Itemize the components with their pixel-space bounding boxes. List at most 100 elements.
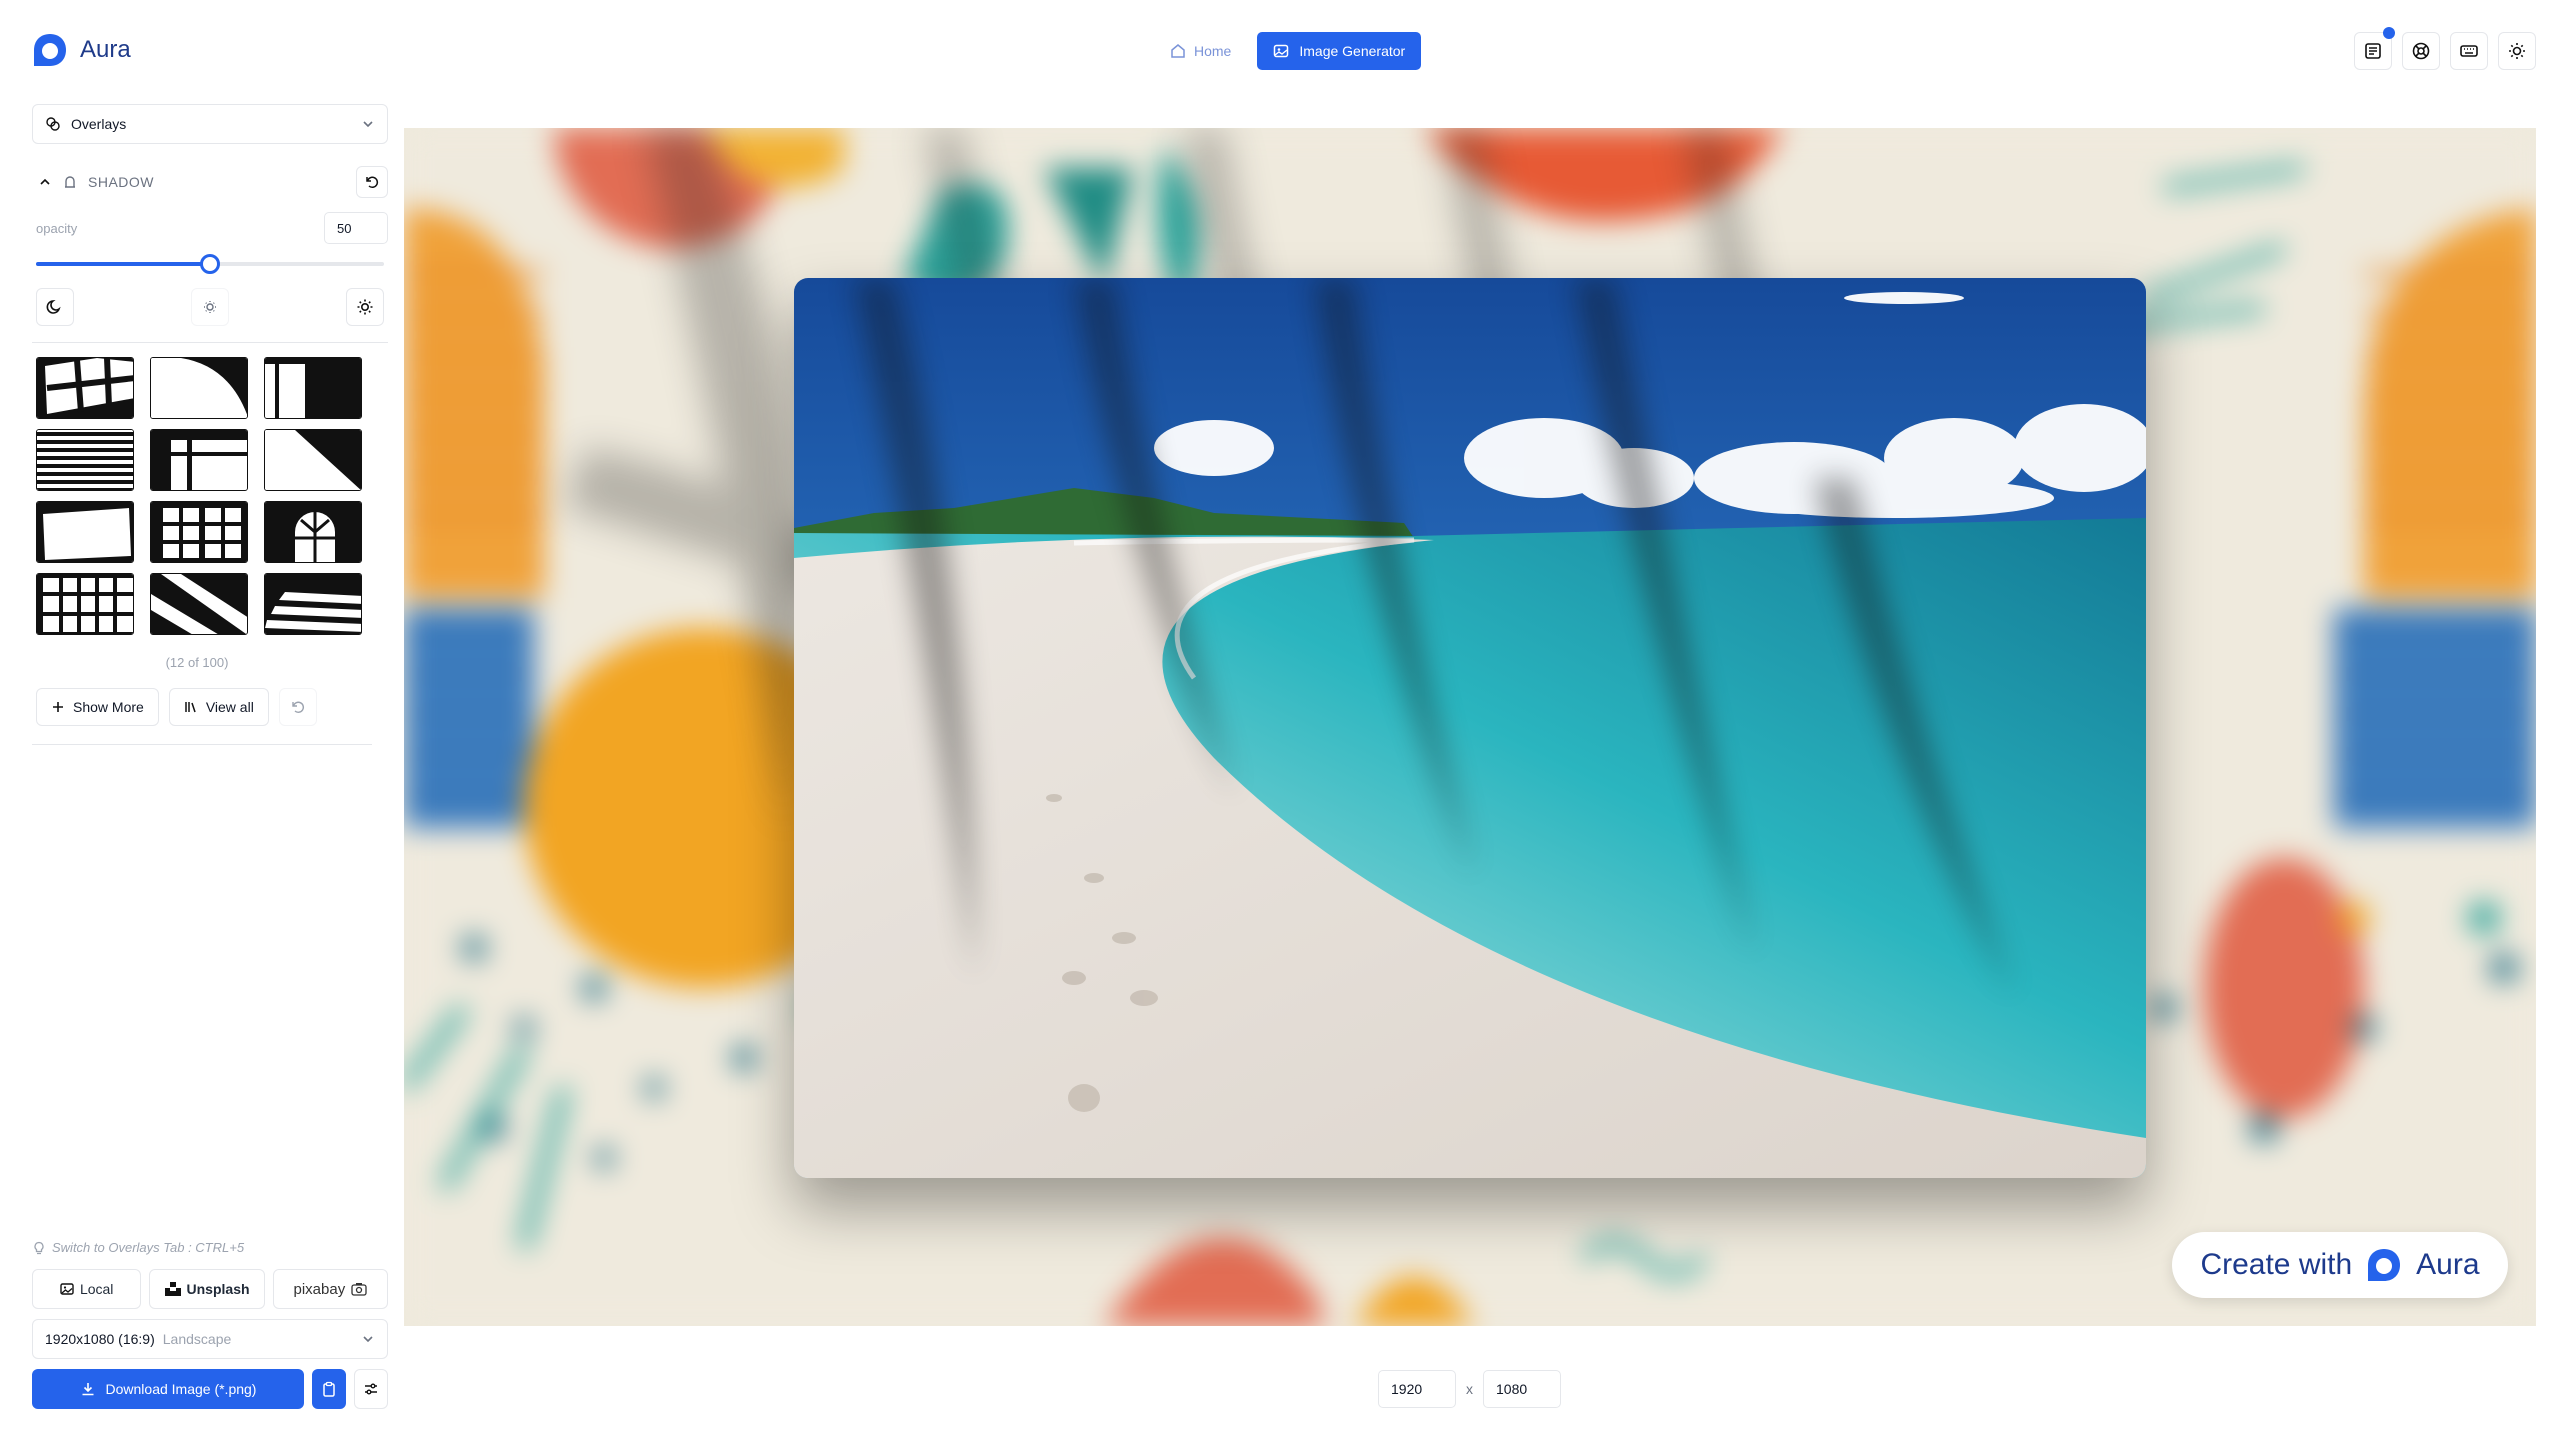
notification-dot	[2383, 27, 2395, 39]
app-logo[interactable]: Aura	[30, 30, 131, 70]
create-with-aura-watermark[interactable]: Create with Aura	[2172, 1232, 2508, 1298]
view-all-label: View all	[205, 699, 254, 715]
app-name: Aura	[80, 36, 131, 63]
image-icon	[60, 1283, 74, 1295]
dimension-inputs: 1920 x 1080	[1378, 1370, 1561, 1408]
dim-light-button[interactable]	[191, 288, 229, 326]
divider	[32, 744, 372, 745]
download-row: Download Image (*.png)	[32, 1369, 388, 1409]
nav-home-label: Home	[1194, 43, 1232, 59]
local-source-button[interactable]: Local	[32, 1269, 142, 1309]
overlay-frame-tilted[interactable]	[36, 501, 134, 563]
lightbulb-icon	[34, 1241, 44, 1254]
library-icon	[185, 702, 196, 713]
slider-thumb[interactable]	[200, 254, 220, 274]
chevron-up-icon[interactable]	[38, 175, 52, 189]
overlay-blinds[interactable]	[36, 429, 134, 491]
size-preset-value: 1920x1080 (16:9)	[45, 1331, 155, 1347]
opacity-row: opacity 50	[32, 212, 388, 244]
layers-icon	[46, 117, 60, 131]
sliders-icon	[365, 1383, 377, 1395]
overlay-arched-window[interactable]	[264, 501, 362, 563]
refresh-overlays-button[interactable]	[278, 688, 317, 726]
size-preset-select[interactable]: 1920x1080 (16:9) Landscape	[32, 1319, 388, 1359]
overlay-diagonal-stripes[interactable]	[150, 573, 248, 635]
overlay-arch-curve[interactable]	[150, 357, 248, 419]
aura-logo-icon	[2368, 1249, 2401, 1281]
chevron-down-icon	[363, 121, 373, 128]
download-image-button[interactable]: Download Image (*.png)	[32, 1369, 304, 1409]
shortcut-hint: Switch to Overlays Tab : CTRL+5	[32, 1240, 388, 1255]
home-icon	[1171, 44, 1185, 58]
moon-icon	[46, 300, 61, 314]
overlay-window-grid[interactable]	[36, 357, 134, 419]
slider-fill	[36, 262, 210, 266]
tab-select-value: Overlays	[71, 116, 127, 132]
rotate-ccw-icon	[292, 701, 304, 713]
dark-mode-button[interactable]	[36, 288, 74, 326]
watermark-prefix: Create with	[2200, 1248, 2353, 1281]
download-label: Download Image (*.png)	[105, 1381, 257, 1397]
sidebar: Overlays SHADOW opacity 50 (12 of 100) S…	[32, 104, 388, 1424]
pixabay-source-button[interactable]: pixabay	[272, 1269, 389, 1309]
main-photo	[794, 278, 2146, 1178]
unsplash-label: Unsplash	[186, 1281, 250, 1297]
dimension-separator: x	[1466, 1381, 1473, 1397]
unsplash-source-button[interactable]: Unsplash	[149, 1269, 265, 1309]
height-input[interactable]: 1080	[1483, 1370, 1561, 1408]
overlay-actions: Show More View all	[32, 688, 388, 726]
theme-toggle-button[interactable]	[2498, 32, 2536, 70]
newspaper-icon	[2365, 43, 2381, 59]
divider	[32, 342, 388, 343]
view-all-button[interactable]: View all	[168, 688, 269, 726]
chevron-down-icon	[363, 1336, 373, 1343]
local-label: Local	[79, 1281, 114, 1297]
opacity-slider[interactable]	[36, 254, 384, 274]
overlay-grid-window[interactable]	[36, 573, 134, 635]
sidebar-footer: Switch to Overlays Tab : CTRL+5 Local Un…	[32, 1240, 389, 1409]
lamp-icon	[65, 176, 75, 188]
keyboard-shortcuts-button[interactable]	[2450, 32, 2488, 70]
main-nav: Home Image Generator	[1158, 32, 1422, 70]
pixabay-label: pixabay	[293, 1280, 346, 1298]
aura-logo-icon	[34, 34, 66, 66]
export-settings-button[interactable]	[354, 1369, 388, 1409]
clipboard-icon	[323, 1381, 335, 1397]
plus-icon	[53, 702, 63, 712]
preview-canvas[interactable]: Create with Aura	[404, 128, 2536, 1326]
overlay-count: (12 of 100)	[165, 655, 229, 670]
help-button[interactable]	[2402, 32, 2440, 70]
overlay-stairs-light[interactable]	[264, 573, 362, 635]
copy-to-clipboard-button[interactable]	[312, 1369, 346, 1409]
sun-icon	[357, 299, 373, 315]
section-title: SHADOW	[88, 174, 154, 190]
bright-light-button[interactable]	[346, 288, 384, 326]
sun-dim-icon	[204, 301, 216, 313]
reset-shadow-button[interactable]	[356, 166, 388, 198]
nav-generator-label: Image Generator	[1299, 43, 1406, 59]
news-button[interactable]	[2354, 27, 2395, 70]
header-actions	[2354, 27, 2536, 70]
camera-icon	[351, 1283, 367, 1296]
size-preset-orientation: Landscape	[162, 1331, 232, 1347]
rotate-ccw-icon	[366, 176, 379, 189]
nav-image-generator[interactable]: Image Generator	[1257, 32, 1422, 70]
image-sources: Local Unsplash pixabay	[32, 1269, 389, 1309]
overlay-french-window[interactable]	[150, 501, 248, 563]
show-more-button[interactable]: Show More	[36, 688, 159, 726]
overlay-diagonal-light[interactable]	[264, 429, 362, 491]
tab-select[interactable]: Overlays	[32, 104, 388, 144]
show-more-label: Show More	[73, 699, 144, 715]
opacity-input[interactable]: 50	[324, 212, 388, 244]
lifebuoy-icon	[2412, 42, 2430, 60]
shadow-mode-row	[32, 288, 388, 326]
overlay-door-frame[interactable]	[264, 357, 362, 419]
width-input[interactable]: 1920	[1378, 1370, 1456, 1408]
overlay-window-corner[interactable]	[150, 429, 248, 491]
top-header: Aura Home Image Generator	[0, 0, 2560, 104]
nav-home[interactable]: Home	[1158, 32, 1243, 70]
unsplash-logo-icon	[164, 1282, 181, 1296]
keyboard-icon	[2460, 45, 2478, 57]
shadow-overlay-photo	[854, 278, 2014, 998]
opacity-label: opacity	[36, 220, 78, 236]
